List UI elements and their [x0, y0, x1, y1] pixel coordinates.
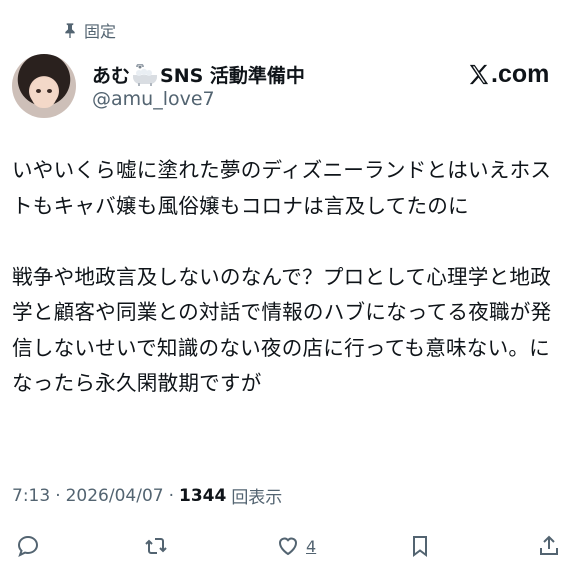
- tweet-paragraph: いやいくら嘘に塗れた夢のディズニーランドとはいえホストもキャバ嬢も風俗嬢もコロナ…: [12, 158, 552, 218]
- x-com-logo[interactable]: .com: [467, 60, 549, 89]
- bookmark-button[interactable]: [408, 532, 432, 560]
- bathtub-icon: [133, 63, 158, 86]
- pin-icon: [65, 23, 75, 38]
- x-logo-icon: [469, 64, 489, 85]
- tweet-time[interactable]: 7:13: [12, 486, 50, 506]
- tweet-text: いやいくら嘘に塗れた夢のディズニーランドとはいえホストもキャバ嬢も風俗嬢もコロナ…: [12, 153, 568, 402]
- retweet-icon: [145, 538, 167, 554]
- views-count: 1344: [178, 485, 227, 506]
- views-label: 回表示: [231, 488, 283, 508]
- pinned-indicator: 固定: [62, 18, 116, 42]
- author-display-name[interactable]: あむ SNS 活動準備中: [92, 61, 305, 88]
- reply-icon: [17, 535, 39, 557]
- reply-button[interactable]: [16, 532, 40, 560]
- bookmark-icon: [413, 536, 427, 557]
- tweet-date[interactable]: 2026/04/07: [66, 486, 164, 506]
- heart-icon: [278, 537, 298, 556]
- meta-separator: ·: [55, 485, 61, 506]
- retweet-button[interactable]: [144, 532, 168, 560]
- display-name-text: あむ: [92, 65, 131, 87]
- action-bar: 4: [0, 528, 576, 564]
- tweet-meta: 7:13 · 2026/04/07 · 1344 回表示: [12, 483, 283, 509]
- author-handle[interactable]: @amu_love7: [92, 88, 215, 110]
- avatar[interactable]: [12, 54, 76, 118]
- share-icon: [540, 535, 558, 555]
- pinned-label: 固定: [84, 22, 117, 41]
- meta-separator: ·: [168, 485, 174, 506]
- share-button[interactable]: [537, 532, 561, 560]
- x-logo-text: .com: [491, 60, 550, 88]
- like-button[interactable]: 4: [276, 532, 316, 560]
- display-name-suffix: SNS 活動準備中: [160, 65, 305, 87]
- like-count[interactable]: 4: [306, 537, 316, 556]
- tweet-paragraph: 戦争や地政言及しないのなんで？プロとして心理学と地政学と顧客や同業との対話で情報…: [12, 264, 552, 396]
